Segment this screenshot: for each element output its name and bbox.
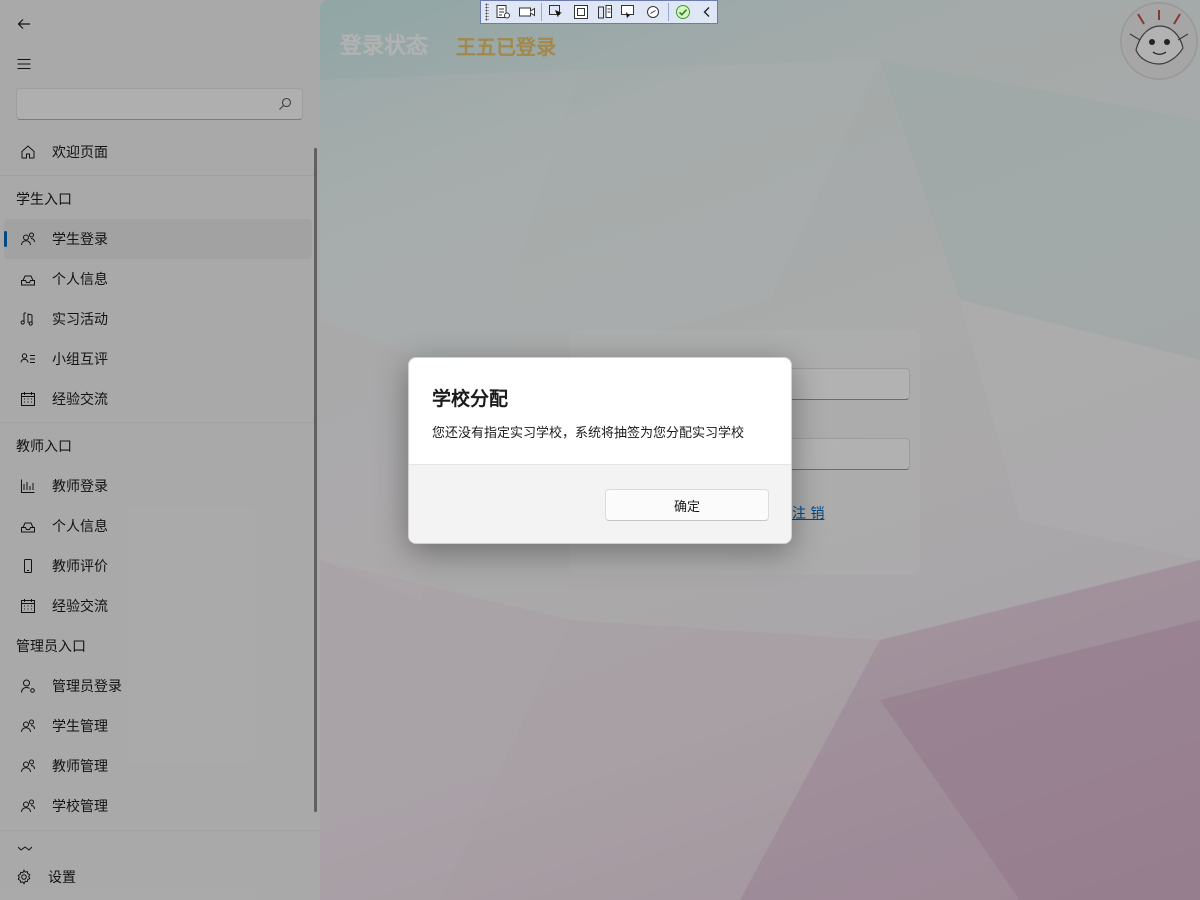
ok-button[interactable]: 确定 (605, 489, 769, 521)
check-circle-icon (675, 5, 690, 19)
select-element-button[interactable] (546, 2, 566, 22)
display-layout-adorners-button[interactable] (570, 2, 590, 22)
toolbar-grip[interactable] (485, 3, 489, 21)
track-focus-icon (597, 5, 612, 19)
record-button[interactable] (517, 2, 537, 22)
video-camera-icon (519, 7, 536, 17)
dialog-title: 学校分配 (432, 388, 509, 410)
live-tree-icon (496, 5, 510, 19)
adorner-square-icon (573, 5, 588, 19)
no-issues-indicator[interactable] (673, 2, 693, 22)
binding-status-icon (647, 6, 660, 18)
dialog-footer: 确定 (409, 464, 791, 543)
chevron-left-icon (703, 7, 710, 17)
binding-failures-button[interactable] (643, 2, 663, 22)
track-focus-button[interactable] (595, 2, 615, 22)
toolbar-separator (541, 3, 543, 21)
hot-reload-icon (621, 5, 635, 19)
school-assignment-dialog: 学校分配 您还没有指定实习学校，系统将抽签为您分配实习学校 确定 (408, 357, 792, 544)
debug-toolbar (480, 0, 718, 24)
go-to-live-visual-tree-button[interactable] (493, 2, 513, 22)
select-pointer-icon (549, 5, 563, 18)
toolbar-separator (667, 3, 669, 21)
dialog-message: 您还没有指定实习学校，系统将抽签为您分配实习学校 (432, 426, 745, 441)
hot-reload-button[interactable] (619, 2, 639, 22)
collapse-toolbar-button[interactable] (697, 2, 717, 22)
